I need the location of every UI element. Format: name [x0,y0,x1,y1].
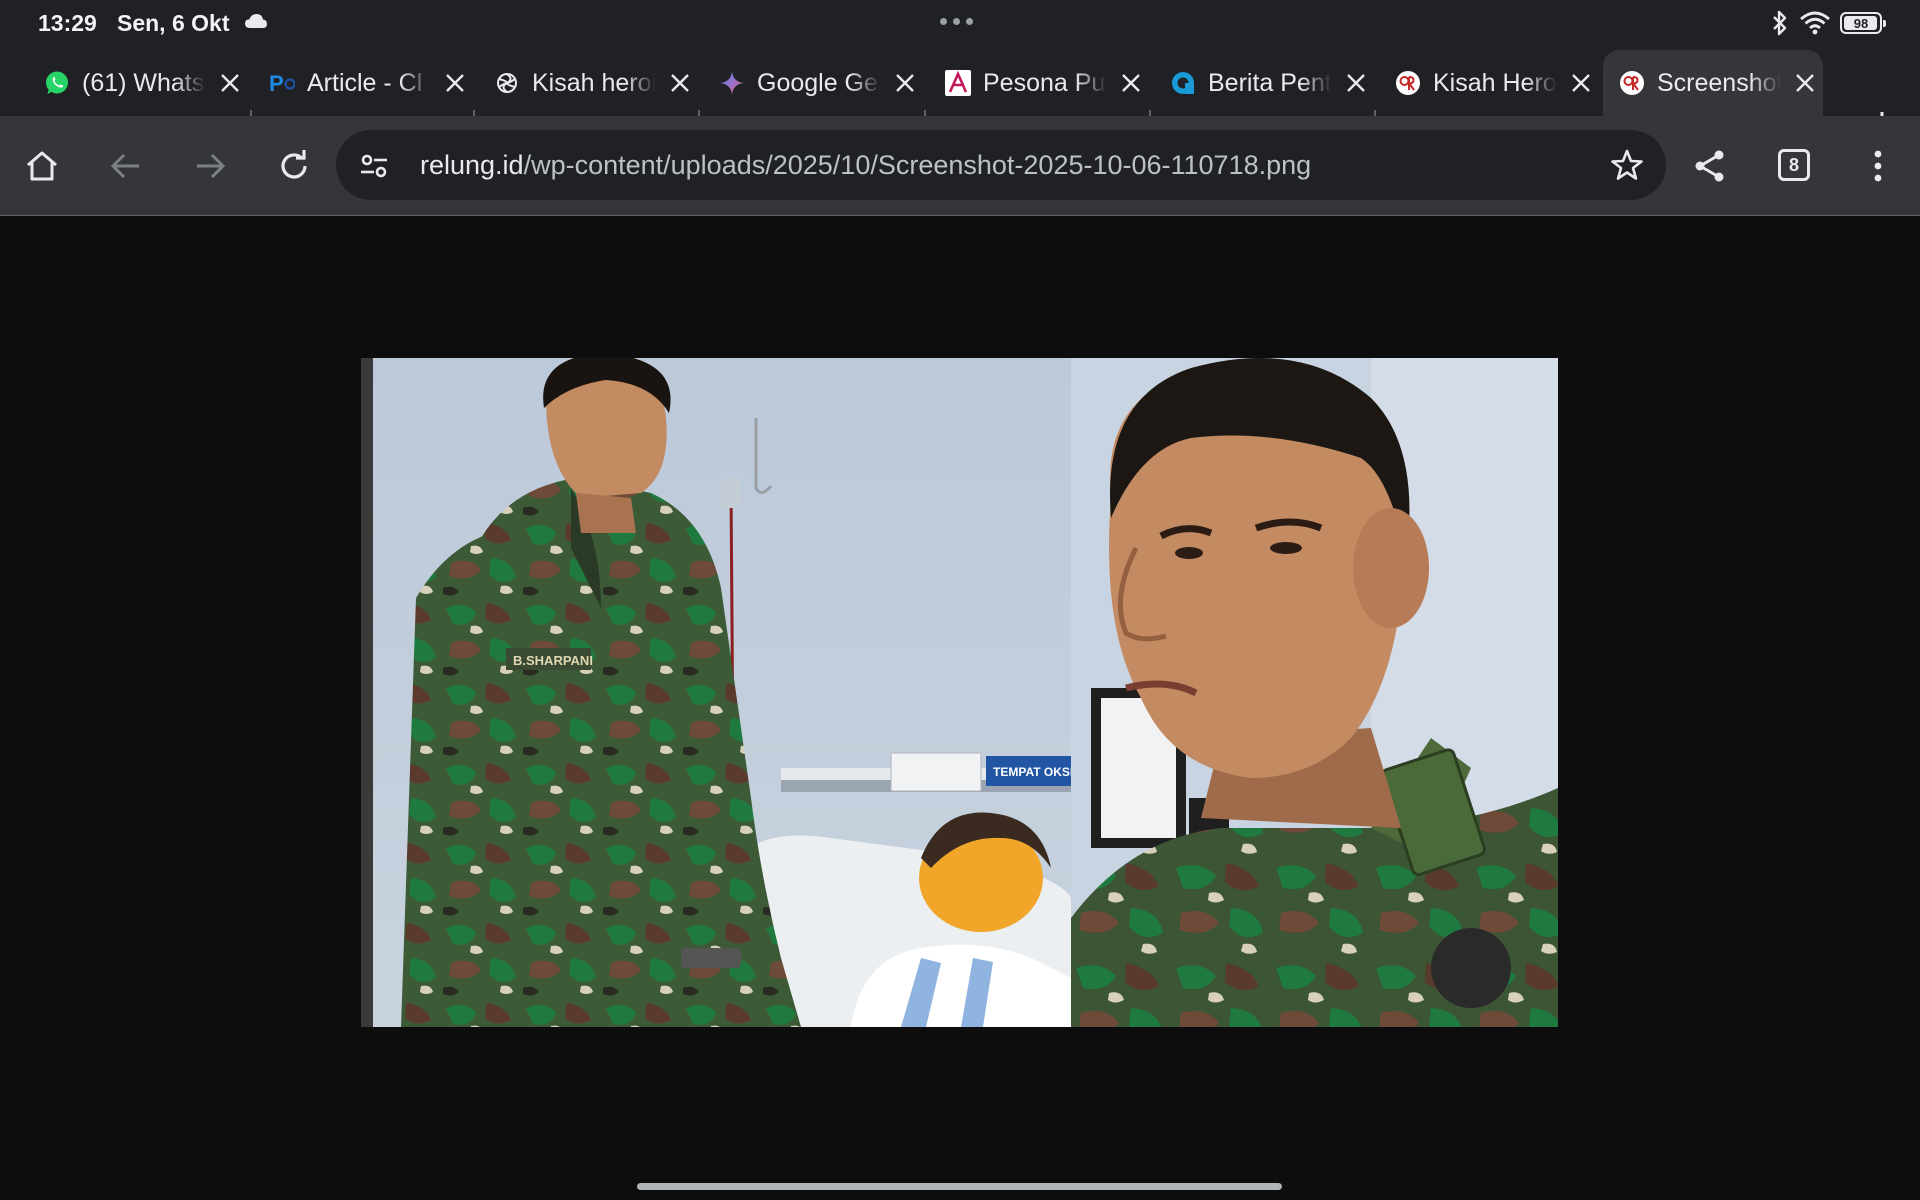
url-host: relung.id [420,150,524,180]
status-date: Sen, 6 Okt [117,10,230,36]
forward-button[interactable] [186,142,234,190]
tab-google-gemini[interactable]: Google Gemini [713,50,919,116]
bookmark-star-icon[interactable] [1610,148,1644,182]
status-bar: 13:29 Sen, 6 Okt 98 [0,0,1920,46]
tab-berita[interactable]: Berita Penting [1164,50,1370,116]
gesture-home-bar[interactable] [637,1183,1282,1190]
berita-icon [1170,70,1196,96]
tab-switcher-button[interactable]: 8 [1778,149,1810,181]
status-time: 13:29 [38,10,97,36]
share-button[interactable] [1686,142,1734,190]
site-settings-icon[interactable] [358,150,390,182]
battery-level: 98 [1853,15,1869,31]
page-content: TEMPAT OKSIG B.SHARPANI [0,217,1920,1200]
url-text: relung.id/wp-content/uploads/2025/10/Scr… [420,150,1311,181]
close-icon[interactable] [1567,69,1595,97]
bluetooth-icon [1773,10,1787,36]
close-icon[interactable] [666,69,694,97]
tab-kisah-heroik[interactable]: Kisah heroik [488,50,694,116]
pd-logo-icon: P [269,70,295,96]
close-icon[interactable] [441,69,469,97]
reload-icon [281,150,307,179]
tab-whatsapp[interactable]: (61) WhatsApp [38,50,244,116]
wifi-icon [1800,11,1830,35]
home-button[interactable] [18,142,66,190]
tab-kisah-heroik-2[interactable]: Kisah Heroik [1389,50,1595,116]
soldier-bedside-photo: TEMPAT OKSIG B.SHARPANI [361,358,1071,1027]
more-vert-icon [1874,150,1882,182]
displayed-image[interactable]: TEMPAT OKSIG B.SHARPANI [361,358,1558,1027]
back-button[interactable] [102,142,150,190]
tab-title: Kisah heroik [532,68,656,97]
whatsapp-icon [44,70,70,96]
relung-icon [1619,70,1645,96]
tab-title: Google Gemini [757,68,881,97]
tab-title: Article - Cl [307,68,423,97]
openai-icon [494,70,520,96]
tab-pesona[interactable]: Pesona Pu [939,50,1145,116]
tab-title: Berita Penting [1208,68,1332,97]
reload-button[interactable] [270,142,318,190]
address-bar[interactable]: relung.id/wp-content/uploads/2025/10/Scr… [336,130,1666,200]
menu-button[interactable] [1854,142,1902,190]
svg-text:TEMPAT OKSIG: TEMPAT OKSIG [993,765,1071,779]
home-icon [27,151,57,181]
tab-title: Pesona Pu [983,68,1106,97]
tab-title: (61) WhatsApp [82,68,206,97]
arrow-right-icon [197,153,226,179]
svg-text:P: P [269,71,284,96]
close-icon[interactable] [1117,69,1145,97]
tab-strip: (61) WhatsApp P Article - Cl Kisah heroi… [0,46,1920,140]
status-icons: 98 [1770,10,1886,36]
close-icon[interactable] [891,69,919,97]
url-path: /wp-content/uploads/2025/10/Screenshot-2… [523,150,1312,180]
svg-text:B.SHARPANI: B.SHARPANI [513,653,593,668]
arrow-left-icon [110,153,139,179]
tab-screenshot[interactable]: Screenshot [1603,50,1823,116]
battery-icon: 98 [1840,12,1886,34]
cloud-icon [245,14,267,28]
close-icon[interactable] [1791,69,1819,97]
tab-article[interactable]: P Article - Cl [263,50,469,116]
soldier-portrait-photo [1071,358,1558,1027]
close-icon[interactable] [1342,69,1370,97]
tab-title: Screenshot [1657,68,1781,97]
tab-title: Kisah Heroik [1433,68,1557,97]
browser-toolbar: relung.id/wp-content/uploads/2025/10/Scr… [0,116,1920,216]
close-icon[interactable] [216,69,244,97]
share-icon [1695,150,1724,182]
multitask-dots[interactable] [940,18,973,25]
pesona-icon [945,70,971,96]
gemini-icon [719,70,745,96]
relung-icon [1395,70,1421,96]
